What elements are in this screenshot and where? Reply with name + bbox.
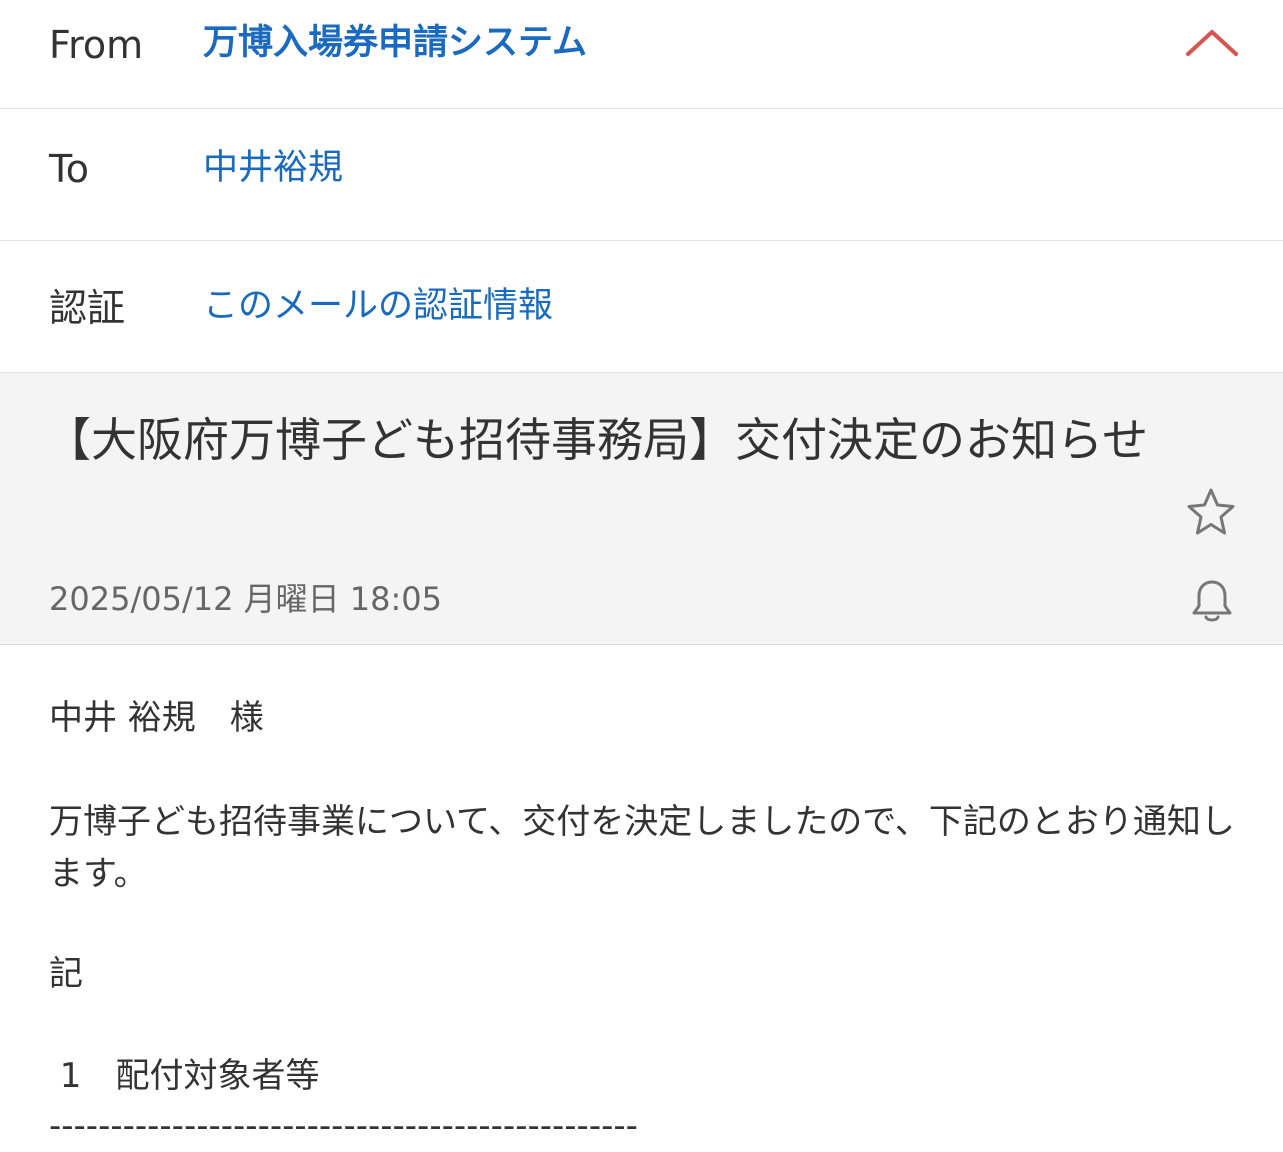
body-paragraph: 万博子ども招待事業について、交付を決定しましたので、下記のとおり通知します。 — [49, 802, 1235, 894]
body-greeting: 中井 裕規 様 — [49, 698, 264, 738]
subject-block: 【大阪府万博子ども招待事務局】交付決定のお知らせ 2025/05/12 月曜日 … — [0, 373, 1283, 645]
mail-subject: 【大阪府万博子ども招待事務局】交付決定のお知らせ — [45, 413, 1149, 467]
star-icon[interactable] — [1185, 486, 1237, 538]
auth-info-link[interactable]: このメールの認証情報 — [203, 289, 553, 324]
body-ki: 記 — [49, 954, 83, 994]
auth-row: 認証 このメールの認証情報 — [0, 241, 1283, 373]
bell-icon[interactable] — [1190, 578, 1234, 624]
to-row: To 中井裕規 — [0, 109, 1283, 241]
chevron-up-icon[interactable] — [1182, 22, 1242, 62]
mail-date: 2025/05/12 月曜日 18:05 — [49, 580, 443, 618]
from-sender-link[interactable]: 万博入場券申請システム — [203, 26, 587, 61]
body-divider: ----------------------------------------… — [49, 1106, 638, 1146]
to-recipient-link[interactable]: 中井裕規 — [203, 151, 343, 186]
from-row: From 万博入場券申請システム — [0, 0, 1283, 109]
body-item-1: 1 配付対象者等 — [49, 1056, 320, 1096]
auth-label: 認証 — [49, 286, 126, 330]
from-label: From — [49, 23, 144, 67]
to-label: To — [49, 147, 90, 191]
